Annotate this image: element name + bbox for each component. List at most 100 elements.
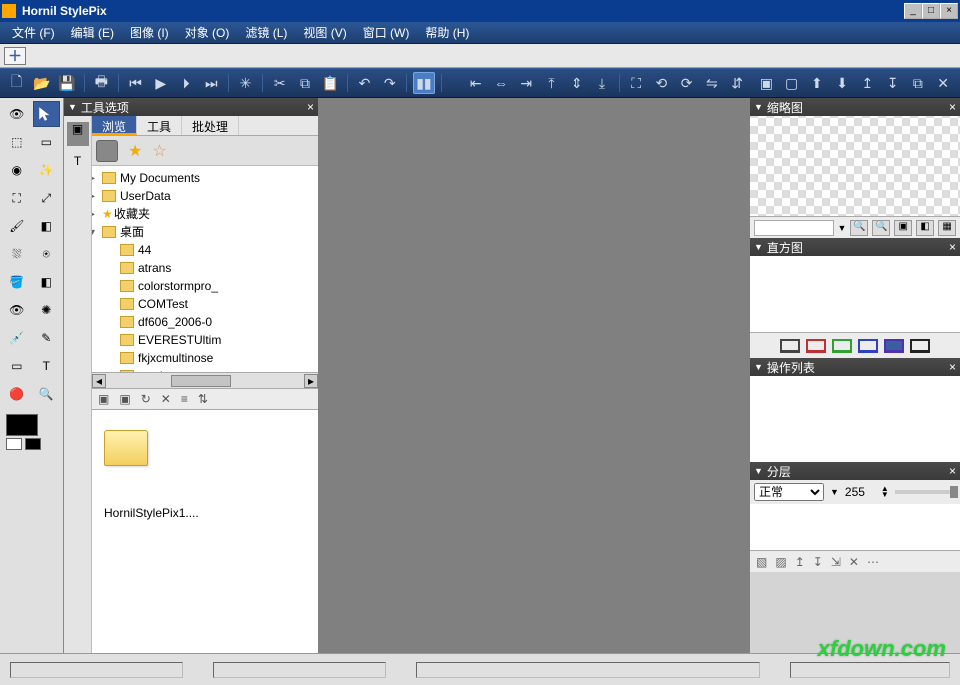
menu-window[interactable]: 窗口 (W) xyxy=(355,22,418,43)
ungroup-icon[interactable]: ▢ xyxy=(781,72,802,94)
flipv-icon[interactable]: ⇵ xyxy=(727,72,748,94)
layer-down-icon[interactable]: ↧ xyxy=(813,555,823,569)
browse-mode-icon[interactable]: ▣ xyxy=(67,122,89,146)
minimize-button[interactable]: _ xyxy=(904,3,922,19)
align-mid-icon[interactable]: ⇕ xyxy=(566,72,587,94)
hist-all-icon[interactable] xyxy=(910,339,930,353)
rect-select-icon[interactable]: ▭ xyxy=(33,129,61,155)
fit-icon[interactable]: ▣ xyxy=(894,220,912,236)
crop-icon[interactable]: ⛶ xyxy=(626,72,647,94)
lasso-icon[interactable]: ◉ xyxy=(3,157,31,183)
canvas-area[interactable] xyxy=(318,98,750,653)
shape-icon[interactable]: ▭ xyxy=(3,353,31,379)
tree-item[interactable]: 44 xyxy=(120,241,318,259)
brush-icon[interactable]: 🖌 xyxy=(3,213,31,239)
front-icon[interactable]: ⬆ xyxy=(806,72,827,94)
scroll-left-icon[interactable]: ◂ xyxy=(92,374,106,388)
folder-tree[interactable]: My DocumentsUserData★收藏夹桌面44atranscolors… xyxy=(92,166,318,372)
align-right-icon[interactable]: ⇥ xyxy=(516,72,537,94)
toolopts-close-icon[interactable]: × xyxy=(307,100,314,114)
spray-icon[interactable]: ⛆ xyxy=(3,241,31,267)
eye-icon[interactable]: 👁 xyxy=(3,101,31,127)
layers-body[interactable] xyxy=(750,504,960,550)
layer-del-icon[interactable]: ✕ xyxy=(849,555,859,569)
menu-view[interactable]: 视图 (V) xyxy=(295,22,354,43)
tree-item[interactable]: colorstormpro_ xyxy=(120,277,318,295)
clone-icon[interactable]: ⍟ xyxy=(33,241,61,267)
layer-more-icon[interactable]: ⋯ xyxy=(867,555,879,569)
hist-red-icon[interactable] xyxy=(806,339,826,353)
zoom-icon[interactable]: 🔍 xyxy=(33,381,61,407)
grid-icon[interactable]: ▦ xyxy=(938,220,956,236)
wand-icon[interactable]: ✨ xyxy=(33,157,61,183)
hist-green-icon[interactable] xyxy=(832,339,852,353)
scroll-thumb[interactable] xyxy=(171,375,231,387)
layer-merge-icon[interactable]: ⇲ xyxy=(831,555,841,569)
fg-color[interactable] xyxy=(6,414,38,436)
pen-icon[interactable]: ✎ xyxy=(33,325,61,351)
menu-help[interactable]: 帮助 (H) xyxy=(417,22,477,43)
folder-icon[interactable] xyxy=(104,430,148,466)
prev-icon[interactable]: ▶ xyxy=(150,72,171,94)
layer-new-icon[interactable]: ▧ xyxy=(756,555,767,569)
align-left-icon[interactable]: ⇤ xyxy=(465,72,486,94)
thumbnail-close-icon[interactable]: × xyxy=(949,100,956,114)
dropper-icon[interactable]: 💉 xyxy=(3,325,31,351)
back-icon[interactable]: ⬇ xyxy=(832,72,853,94)
file-view[interactable]: HornilStylePix1.... xyxy=(92,410,318,653)
tab-batch[interactable]: 批处理 xyxy=(182,116,239,135)
actual-icon[interactable]: ◧ xyxy=(916,220,934,236)
tree-hscroll[interactable]: ◂ ▸ xyxy=(92,372,318,388)
fv-open-icon[interactable]: ▣ xyxy=(119,392,130,406)
close-button[interactable]: × xyxy=(940,3,958,19)
opacity-slider[interactable] xyxy=(895,490,956,494)
color-icon[interactable]: 🔴 xyxy=(3,381,31,407)
menu-filter[interactable]: 滤镜 (L) xyxy=(237,22,295,43)
histogram-close-icon[interactable]: × xyxy=(949,240,956,254)
scroll-right-icon[interactable]: ▸ xyxy=(304,374,318,388)
tree-item[interactable]: ★收藏夹 xyxy=(102,205,318,223)
group-icon[interactable]: ▣ xyxy=(756,72,777,94)
fav-star-icon[interactable]: ★ xyxy=(128,141,142,161)
open-icon[interactable]: 📂 xyxy=(31,72,52,94)
new-button[interactable]: ＋ xyxy=(4,47,26,65)
transform-icon[interactable]: ⤢ xyxy=(33,185,61,211)
crop-tool-icon[interactable]: ⛶ xyxy=(3,185,31,211)
undo-icon[interactable]: ↶ xyxy=(354,72,375,94)
tree-item[interactable]: COMTest xyxy=(120,295,318,313)
align-bot-icon[interactable]: ⤓ xyxy=(591,72,612,94)
bwd-icon[interactable]: ↧ xyxy=(882,72,903,94)
tree-item[interactable]: 桌面44atranscolorstormpro_COMTestdf606_200… xyxy=(102,223,318,372)
cut-icon[interactable]: ✂ xyxy=(269,72,290,94)
move-tool-icon[interactable] xyxy=(33,101,61,127)
gear-icon[interactable]: ✳ xyxy=(235,72,256,94)
align-top-icon[interactable]: ⤒ xyxy=(541,72,562,94)
tab-tools[interactable]: 工具 xyxy=(137,116,182,135)
zoom-in-icon[interactable]: 🔍 xyxy=(850,220,868,236)
bg-color[interactable] xyxy=(6,438,22,450)
fliph-icon[interactable]: ⇋ xyxy=(701,72,722,94)
tree-item[interactable]: df606_2006-0 xyxy=(120,313,318,331)
tree-item[interactable]: My Documents xyxy=(102,169,318,187)
layout-icon[interactable]: ▮▮ xyxy=(413,72,434,94)
heal-icon[interactable]: ✺ xyxy=(33,297,61,323)
redeye-icon[interactable]: 👁 xyxy=(3,297,31,323)
menu-edit[interactable]: 编辑 (E) xyxy=(63,22,122,43)
tree-item[interactable]: atrans xyxy=(120,259,318,277)
fv-new-icon[interactable]: ▣ xyxy=(98,392,109,406)
hist-lum-icon[interactable] xyxy=(780,339,800,353)
layers-close-icon[interactable]: × xyxy=(949,464,956,478)
fv-sort-icon[interactable]: ⇅ xyxy=(198,392,208,406)
fv-del-icon[interactable]: ✕ xyxy=(161,392,171,406)
swap-color[interactable] xyxy=(25,438,41,450)
text-mode-icon[interactable]: T xyxy=(64,154,91,168)
tree-item[interactable]: EVERESTUltim xyxy=(120,331,318,349)
rotr-icon[interactable]: ⟳ xyxy=(676,72,697,94)
eraser-icon[interactable]: ◧ xyxy=(33,213,61,239)
copy-icon[interactable]: ⧉ xyxy=(294,72,315,94)
print-icon[interactable]: 🖶 xyxy=(91,72,112,94)
maximize-button[interactable]: □ xyxy=(922,3,940,19)
del-icon[interactable]: ✕ xyxy=(933,72,954,94)
zoom-field[interactable] xyxy=(754,220,834,236)
ops-close-icon[interactable]: × xyxy=(949,360,956,374)
